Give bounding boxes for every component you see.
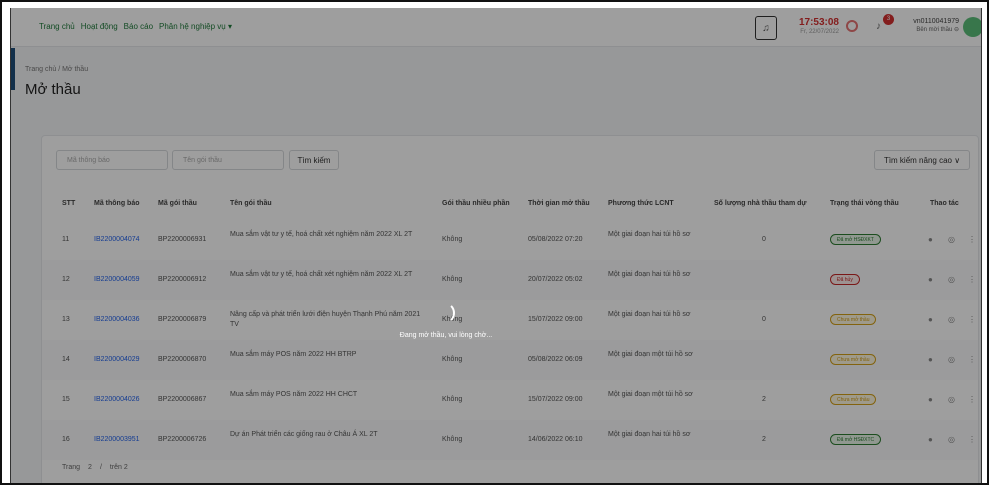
loading-message: Đang mở thầu, vui lòng chờ...: [399, 332, 493, 339]
screen-frame: Trang chủ Hoạt động Báo cáo Phân hệ nghi…: [0, 0, 989, 485]
loading-overlay: [11, 8, 981, 483]
loading-spinner-icon: [433, 302, 455, 324]
app-window: Trang chủ Hoạt động Báo cáo Phân hệ nghi…: [10, 8, 982, 483]
